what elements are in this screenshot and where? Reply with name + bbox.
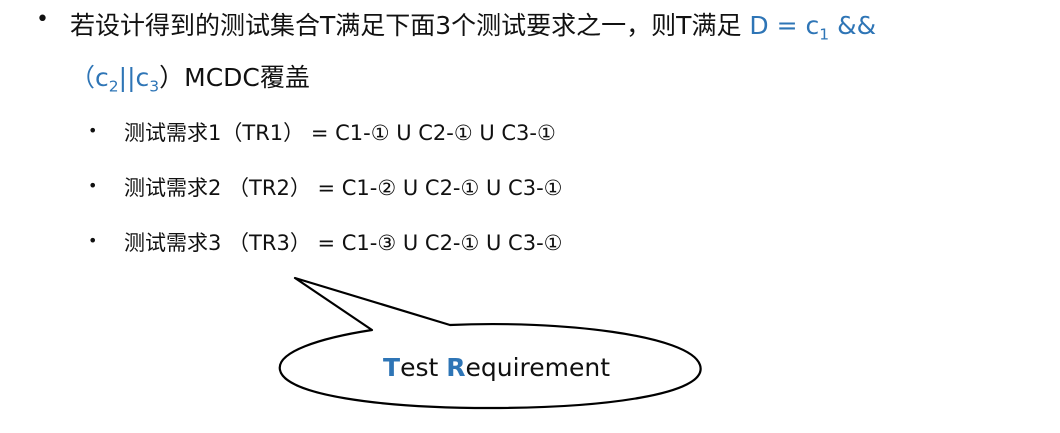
callout-label: Test Requirement [383, 353, 610, 382]
callout-initial-t: T [383, 353, 401, 382]
callout-initial-r: R [446, 353, 466, 382]
callout-rest-t: est [400, 353, 447, 382]
callout-bubble-shape [278, 276, 702, 410]
callout-rest-r: equirement [465, 353, 611, 382]
